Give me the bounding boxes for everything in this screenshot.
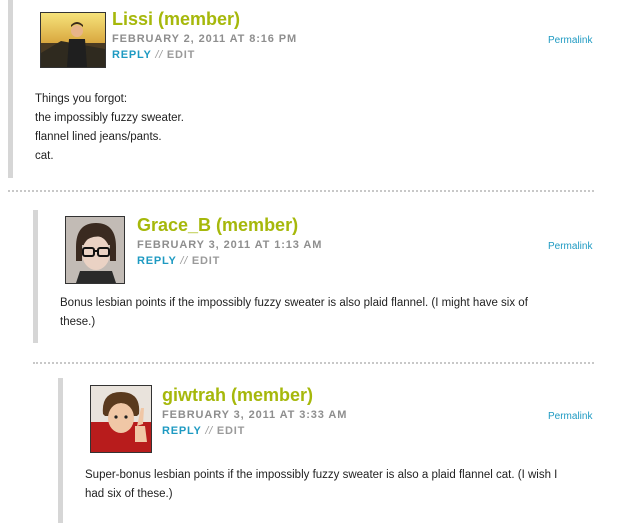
comment-body-line: these.) bbox=[60, 316, 96, 328]
comment-body-line: the impossibly fuzzy sweater. bbox=[35, 112, 184, 124]
avatar[interactable] bbox=[40, 12, 106, 68]
comment-actions: REPLY // EDIT bbox=[162, 425, 245, 437]
edit-link[interactable]: EDIT bbox=[167, 49, 195, 61]
comment-body: Things you forgot: the impossibly fuzzy … bbox=[35, 90, 595, 166]
permalink-link[interactable]: Permalink bbox=[548, 35, 592, 46]
comment-date: FEBRUARY 2, 2011 AT 8:16 PM bbox=[112, 33, 298, 45]
reply-link[interactable]: REPLY bbox=[162, 425, 201, 437]
comment-lissi: Lissi (member) FEBRUARY 2, 2011 AT 8:16 … bbox=[8, 0, 608, 190]
avatar[interactable] bbox=[65, 216, 125, 284]
comment-body-line: cat. bbox=[35, 150, 54, 162]
reply-link[interactable]: REPLY bbox=[112, 49, 151, 61]
permalink-link[interactable]: Permalink bbox=[548, 241, 592, 252]
comment-body: Bonus lesbian points if the impossibly f… bbox=[60, 294, 600, 332]
action-separator: // bbox=[155, 49, 167, 61]
comment-body-line: flannel lined jeans/pants. bbox=[35, 131, 162, 143]
comment-author[interactable]: giwtrah (member) bbox=[162, 385, 313, 406]
comment-author[interactable]: Lissi (member) bbox=[112, 9, 240, 30]
action-separator: // bbox=[205, 425, 217, 437]
edit-link[interactable]: EDIT bbox=[217, 425, 245, 437]
avatar[interactable] bbox=[90, 385, 152, 453]
comment-body-line: Super-bonus lesbian points if the imposs… bbox=[85, 469, 558, 481]
comment-divider bbox=[8, 190, 594, 192]
comment-giwtrah: giwtrah (member) FEBRUARY 3, 2011 AT 3:3… bbox=[58, 378, 608, 528]
comment-author[interactable]: Grace_B (member) bbox=[137, 215, 298, 236]
permalink-link[interactable]: Permalink bbox=[548, 411, 592, 422]
action-separator: // bbox=[180, 255, 192, 267]
comment-date: FEBRUARY 3, 2011 AT 1:13 AM bbox=[137, 239, 323, 251]
comment-thread-bar bbox=[58, 378, 63, 523]
comment-date: FEBRUARY 3, 2011 AT 3:33 AM bbox=[162, 409, 348, 421]
comment-thread-bar bbox=[8, 0, 13, 178]
edit-link[interactable]: EDIT bbox=[192, 255, 220, 267]
comment-grace-b: Grace_B (member) FEBRUARY 3, 2011 AT 1:1… bbox=[33, 210, 608, 343]
comment-actions: REPLY // EDIT bbox=[112, 49, 195, 61]
comment-thread-bar bbox=[33, 210, 38, 343]
comment-body: Super-bonus lesbian points if the imposs… bbox=[85, 466, 595, 504]
comment-actions: REPLY // EDIT bbox=[137, 255, 220, 267]
comment-body-line: Things you forgot: bbox=[35, 93, 128, 105]
comment-body-line: had six of these.) bbox=[85, 488, 173, 500]
comment-divider bbox=[33, 362, 594, 364]
comment-body-line: Bonus lesbian points if the impossibly f… bbox=[60, 297, 528, 309]
reply-link[interactable]: REPLY bbox=[137, 255, 176, 267]
